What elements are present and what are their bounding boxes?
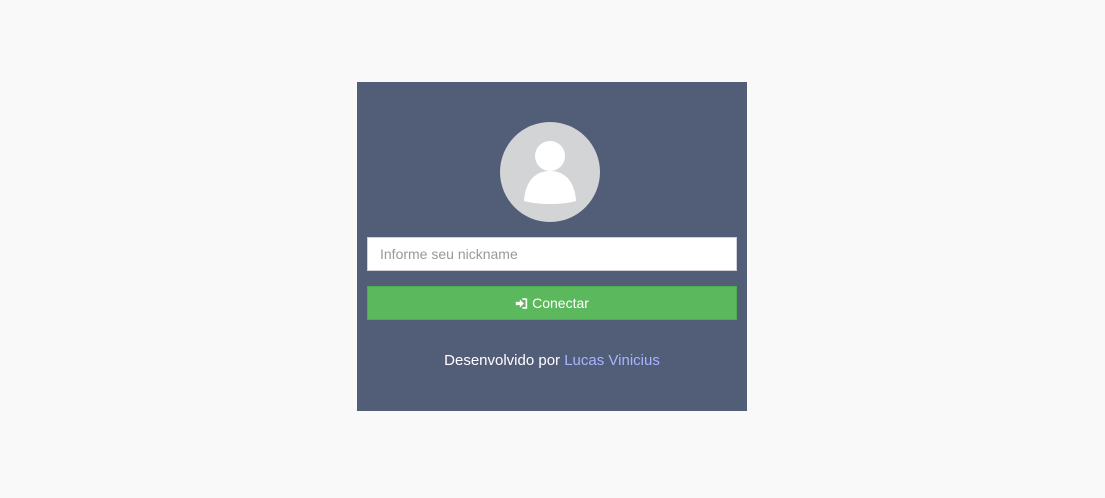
connect-button-label: Conectar [532, 295, 589, 311]
sign-in-icon [515, 297, 528, 310]
developer-credit: Desenvolvido por Lucas Vinicius [357, 352, 747, 369]
credit-prefix: Desenvolvido por [444, 352, 565, 369]
author-link[interactable]: Lucas Vinicius [564, 352, 660, 369]
nickname-input[interactable] [367, 237, 737, 271]
avatar [500, 122, 600, 222]
user-silhouette-icon [524, 141, 576, 204]
login-card: Conectar Desenvolvido por Lucas Vinicius [357, 82, 747, 411]
connect-button[interactable]: Conectar [367, 286, 737, 320]
